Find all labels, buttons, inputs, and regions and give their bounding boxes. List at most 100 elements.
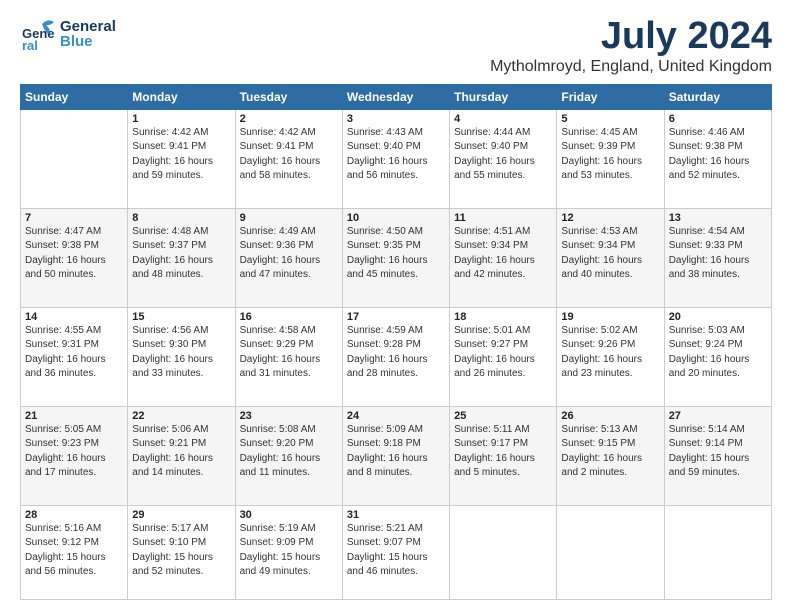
day-info: Sunrise: 4:42 AMSunset: 9:41 PMDaylight:… [132,127,213,182]
day-info: Sunrise: 4:50 AMSunset: 9:35 PMDaylight:… [347,226,428,281]
day-info: Sunrise: 5:19 AMSunset: 9:09 PMDaylight:… [240,523,321,578]
day-info: Sunrise: 5:03 AMSunset: 9:24 PMDaylight:… [669,325,750,380]
table-row: 17 Sunrise: 4:59 AMSunset: 9:28 PMDaylig… [342,307,449,406]
logo-general-text: General [60,19,116,34]
calendar-table: Sunday Monday Tuesday Wednesday Thursday… [20,84,772,600]
day-info: Sunrise: 5:01 AMSunset: 9:27 PMDaylight:… [454,325,535,380]
day-number: 19 [561,311,659,323]
day-info: Sunrise: 4:56 AMSunset: 9:30 PMDaylight:… [132,325,213,380]
th-sunday: Sunday [21,84,128,109]
location-title: Mytholmroyd, England, United Kingdom [490,58,772,76]
logo-words: General Blue [60,19,116,49]
table-row: 14 Sunrise: 4:55 AMSunset: 9:31 PMDaylig… [21,307,128,406]
day-info: Sunrise: 4:58 AMSunset: 9:29 PMDaylight:… [240,325,321,380]
day-number: 21 [25,410,123,422]
table-row [557,505,664,599]
header: Gene ral General Blue July 2024 Mytholmr… [20,16,772,76]
th-saturday: Saturday [664,84,771,109]
day-number: 28 [25,509,123,521]
day-number: 23 [240,410,338,422]
day-number: 25 [454,410,552,422]
table-row: 21 Sunrise: 5:05 AMSunset: 9:23 PMDaylig… [21,406,128,505]
day-number: 27 [669,410,767,422]
day-info: Sunrise: 4:54 AMSunset: 9:33 PMDaylight:… [669,226,750,281]
table-row: 5 Sunrise: 4:45 AMSunset: 9:39 PMDayligh… [557,109,664,208]
table-row: 26 Sunrise: 5:13 AMSunset: 9:15 PMDaylig… [557,406,664,505]
th-friday: Friday [557,84,664,109]
day-number: 31 [347,509,445,521]
day-number: 13 [669,212,767,224]
th-monday: Monday [128,84,235,109]
day-info: Sunrise: 5:16 AMSunset: 9:12 PMDaylight:… [25,523,106,578]
day-number: 11 [454,212,552,224]
table-row: 15 Sunrise: 4:56 AMSunset: 9:30 PMDaylig… [128,307,235,406]
day-number: 20 [669,311,767,323]
day-info: Sunrise: 5:06 AMSunset: 9:21 PMDaylight:… [132,424,213,479]
day-number: 18 [454,311,552,323]
day-info: Sunrise: 5:05 AMSunset: 9:23 PMDaylight:… [25,424,106,479]
day-info: Sunrise: 5:14 AMSunset: 9:14 PMDaylight:… [669,424,750,479]
day-info: Sunrise: 4:45 AMSunset: 9:39 PMDaylight:… [561,127,642,182]
day-number: 29 [132,509,230,521]
day-number: 10 [347,212,445,224]
header-row: Sunday Monday Tuesday Wednesday Thursday… [21,84,772,109]
table-row: 9 Sunrise: 4:49 AMSunset: 9:36 PMDayligh… [235,208,342,307]
day-info: Sunrise: 4:44 AMSunset: 9:40 PMDaylight:… [454,127,535,182]
day-number: 9 [240,212,338,224]
logo: Gene ral General Blue [20,16,116,52]
table-row: 30 Sunrise: 5:19 AMSunset: 9:09 PMDaylig… [235,505,342,599]
day-number: 4 [454,113,552,125]
day-number: 5 [561,113,659,125]
day-number: 14 [25,311,123,323]
th-thursday: Thursday [450,84,557,109]
table-row: 10 Sunrise: 4:50 AMSunset: 9:35 PMDaylig… [342,208,449,307]
day-info: Sunrise: 4:46 AMSunset: 9:38 PMDaylight:… [669,127,750,182]
table-row: 7 Sunrise: 4:47 AMSunset: 9:38 PMDayligh… [21,208,128,307]
svg-text:ral: ral [22,38,38,52]
table-row: 28 Sunrise: 5:16 AMSunset: 9:12 PMDaylig… [21,505,128,599]
table-row: 31 Sunrise: 5:21 AMSunset: 9:07 PMDaylig… [342,505,449,599]
day-number: 12 [561,212,659,224]
logo-icon: Gene ral [20,16,56,52]
day-info: Sunrise: 4:59 AMSunset: 9:28 PMDaylight:… [347,325,428,380]
table-row: 27 Sunrise: 5:14 AMSunset: 9:14 PMDaylig… [664,406,771,505]
day-info: Sunrise: 4:53 AMSunset: 9:34 PMDaylight:… [561,226,642,281]
th-wednesday: Wednesday [342,84,449,109]
day-number: 30 [240,509,338,521]
day-info: Sunrise: 5:09 AMSunset: 9:18 PMDaylight:… [347,424,428,479]
day-number: 7 [25,212,123,224]
table-row: 18 Sunrise: 5:01 AMSunset: 9:27 PMDaylig… [450,307,557,406]
day-number: 1 [132,113,230,125]
day-number: 6 [669,113,767,125]
day-number: 17 [347,311,445,323]
day-info: Sunrise: 4:51 AMSunset: 9:34 PMDaylight:… [454,226,535,281]
day-number: 15 [132,311,230,323]
table-row: 22 Sunrise: 5:06 AMSunset: 9:21 PMDaylig… [128,406,235,505]
table-row: 16 Sunrise: 4:58 AMSunset: 9:29 PMDaylig… [235,307,342,406]
table-row [450,505,557,599]
table-row: 1 Sunrise: 4:42 AMSunset: 9:41 PMDayligh… [128,109,235,208]
day-number: 8 [132,212,230,224]
day-info: Sunrise: 4:42 AMSunset: 9:41 PMDaylight:… [240,127,321,182]
day-info: Sunrise: 5:13 AMSunset: 9:15 PMDaylight:… [561,424,642,479]
day-info: Sunrise: 5:21 AMSunset: 9:07 PMDaylight:… [347,523,428,578]
table-row: 25 Sunrise: 5:11 AMSunset: 9:17 PMDaylig… [450,406,557,505]
day-info: Sunrise: 5:17 AMSunset: 9:10 PMDaylight:… [132,523,213,578]
table-row: 11 Sunrise: 4:51 AMSunset: 9:34 PMDaylig… [450,208,557,307]
table-row: 20 Sunrise: 5:03 AMSunset: 9:24 PMDaylig… [664,307,771,406]
table-row: 13 Sunrise: 4:54 AMSunset: 9:33 PMDaylig… [664,208,771,307]
table-row: 6 Sunrise: 4:46 AMSunset: 9:38 PMDayligh… [664,109,771,208]
day-info: Sunrise: 5:08 AMSunset: 9:20 PMDaylight:… [240,424,321,479]
table-row: 19 Sunrise: 5:02 AMSunset: 9:26 PMDaylig… [557,307,664,406]
day-info: Sunrise: 4:47 AMSunset: 9:38 PMDaylight:… [25,226,106,281]
table-row: 2 Sunrise: 4:42 AMSunset: 9:41 PMDayligh… [235,109,342,208]
table-row: 8 Sunrise: 4:48 AMSunset: 9:37 PMDayligh… [128,208,235,307]
table-row: 3 Sunrise: 4:43 AMSunset: 9:40 PMDayligh… [342,109,449,208]
day-info: Sunrise: 5:02 AMSunset: 9:26 PMDaylight:… [561,325,642,380]
table-row [664,505,771,599]
table-row [21,109,128,208]
table-row: 23 Sunrise: 5:08 AMSunset: 9:20 PMDaylig… [235,406,342,505]
day-info: Sunrise: 4:43 AMSunset: 9:40 PMDaylight:… [347,127,428,182]
day-number: 22 [132,410,230,422]
th-tuesday: Tuesday [235,84,342,109]
